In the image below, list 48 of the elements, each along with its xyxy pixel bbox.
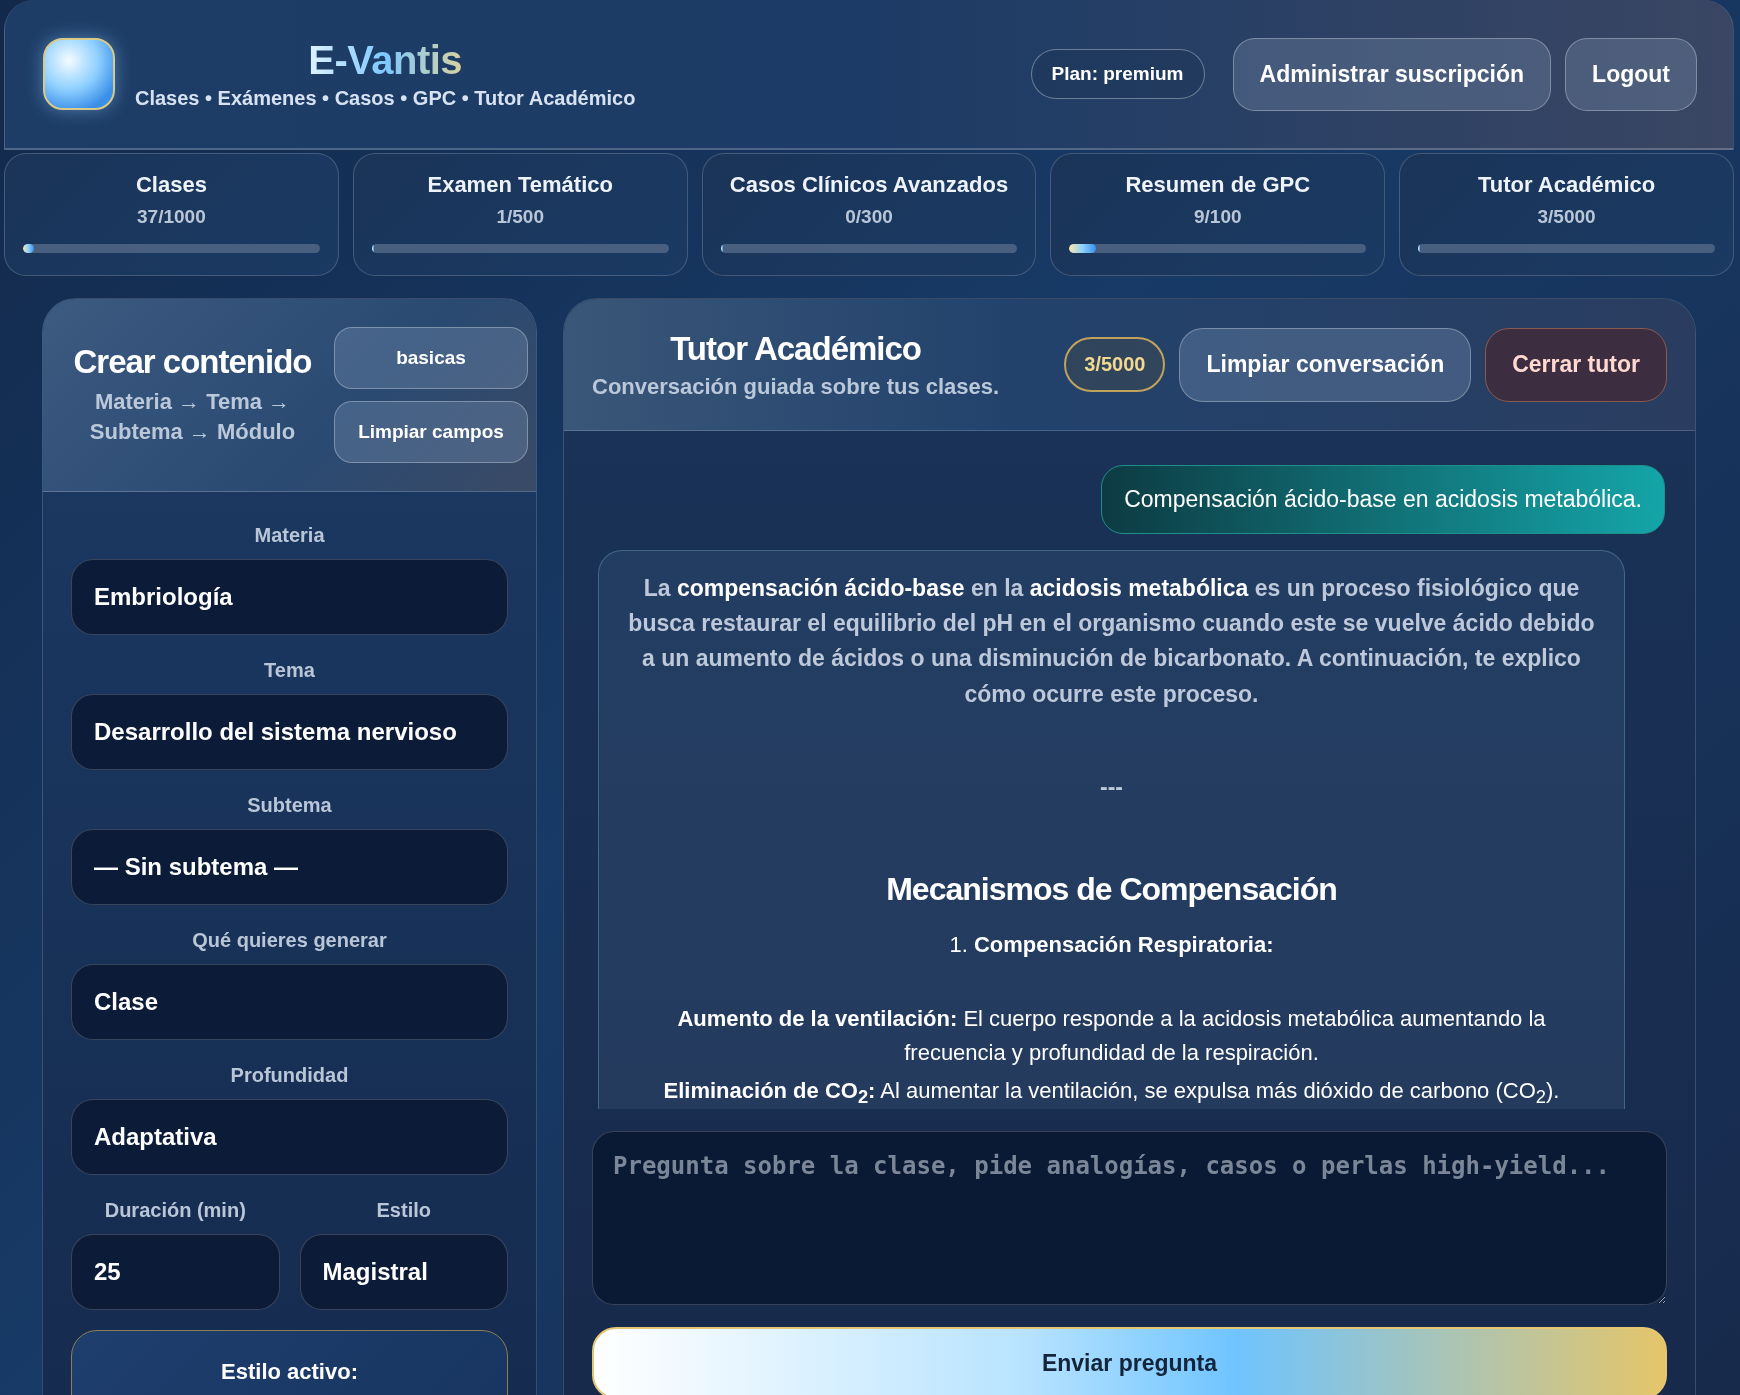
select-field[interactable]: — Sin subtema — (71, 829, 508, 905)
input-field[interactable]: 25 (71, 1234, 280, 1310)
tutor-button[interactable]: Limpiar conversación (1179, 327, 1472, 402)
message-paragraph: Aumento de la ventilación: El cuerpo responde a la acidosis metabólica aumentando la frecuencia y profundidad de la respiración. (676, 1004, 1547, 1067)
path-text: Materia → Tema → Subtema → Módulo (88, 388, 297, 446)
question-field[interactable]: Pregunta sobre la clase, pide analogías, casos o perlas high-yield... (592, 1131, 1667, 1305)
usage-count: 3/5000 (1537, 206, 1596, 228)
panel-title: Tutor Académico (670, 329, 921, 368)
send-button[interactable]: Enviar pregunta (592, 1327, 1667, 1395)
panel-button[interactable]: Limpiar campos (334, 401, 528, 463)
usage-count: 9/100 (1194, 206, 1242, 228)
select-field[interactable]: Embriología (71, 559, 508, 635)
message-paragraph: La compensación ácido-base en la acidosis metabólica es un proceso fisiológico que busca restaurar el equilibrio del pH en el organismo cuando este se vuelve ácido debido a un aumento de ácidos o una disminución de bicarbonato. A continuación, te explico cómo ocurre este proceso. (627, 574, 1596, 709)
usage-label: Clases (135, 172, 207, 198)
usage-counter: 3/5000 (1064, 337, 1166, 392)
message-paragraph: Eliminación de CO$_{2}$: Al aumentar la ventilación, se expulsa más dióxido de carbono (CO$_{2}$). (662, 1076, 1561, 1109)
tutor-button[interactable]: Cerrar tutor (1485, 327, 1667, 402)
field-label: Tema (263, 659, 316, 682)
usage-label: Casos Clínicos Avanzados (729, 172, 1009, 198)
app-subtitle: Clases • Exámenes • Casos • GPC • Tutor Académico (135, 87, 636, 110)
usage-label: Tutor Académico (1477, 172, 1656, 198)
style-card-title: Estilo activo: (221, 1359, 358, 1386)
field-label: Profundidad (229, 1064, 350, 1087)
input-field[interactable]: Magistral (299, 1234, 508, 1310)
user-message: Compensación ácido-base en acidosis metabólica. (1101, 465, 1665, 534)
field-label: Subtema (246, 794, 333, 817)
field-label: Duración (min) (103, 1199, 247, 1222)
plan-badge: Plan: premium (1030, 49, 1205, 99)
field-label: Qué quieres generar (191, 929, 388, 952)
usage-count: 0/300 (845, 206, 893, 228)
select-field[interactable]: Clase (71, 964, 508, 1040)
header-button[interactable]: Logout (1565, 37, 1697, 111)
message-heading: Mecanismos de Compensación (885, 870, 1338, 908)
select-field[interactable]: Adaptativa (71, 1099, 508, 1175)
header-button[interactable]: Administrar suscripción (1232, 37, 1552, 111)
usage-count: 37/1000 (137, 206, 206, 228)
field-label: Estilo (375, 1199, 432, 1222)
usage-count: 1/500 (496, 206, 544, 228)
usage-label: Examen Temático (427, 172, 613, 198)
panel-title: Crear contenido (73, 343, 312, 382)
app-logo-icon (43, 38, 115, 110)
panel-button[interactable]: basicas (334, 327, 528, 389)
field-label: Materia (253, 524, 326, 547)
panel-subtitle: Conversación guiada sobre tus clases. (592, 373, 1000, 400)
usage-label: Resumen de GPC (1125, 172, 1311, 198)
separator-text: --- (1099, 773, 1124, 801)
list-item: 1. Compensación Respiratoria: (948, 931, 1275, 958)
select-field[interactable]: Desarrollo del sistema nervioso (71, 694, 508, 770)
